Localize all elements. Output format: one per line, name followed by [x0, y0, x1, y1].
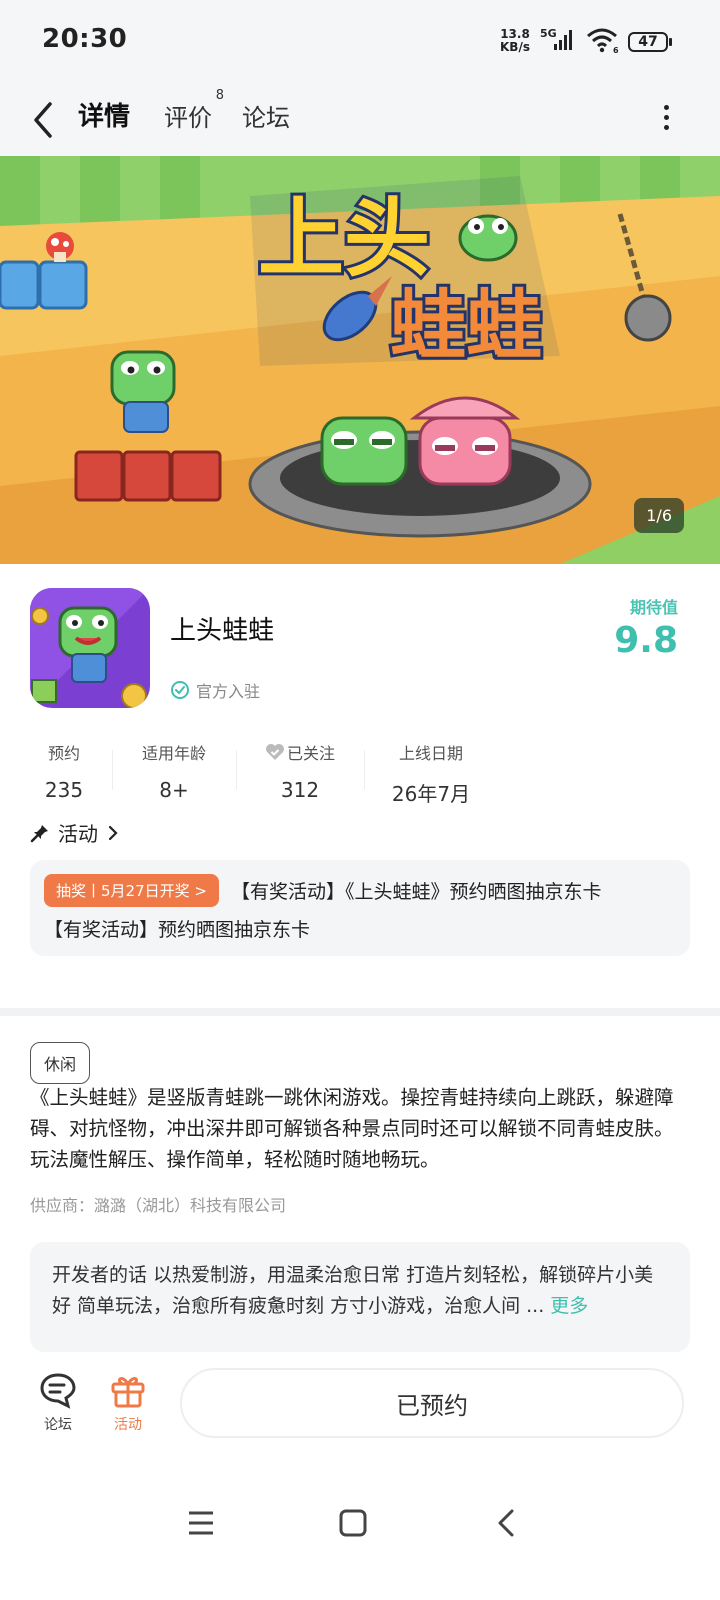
more-link[interactable]: 更多	[550, 1295, 588, 1317]
stat-release-date: 上线日期 26年7月	[386, 740, 476, 807]
app-info-section: 上头蛙蛙 官方入驻 期待值 9.8 预约 235 适用年龄 8+ 已关注 312…	[0, 564, 720, 1008]
stat-reservations: 预约 235	[36, 740, 92, 802]
reserved-button[interactable]: 已预约	[180, 1368, 684, 1438]
verified-check-icon	[171, 681, 189, 699]
top-nav: 详情 评价 8 论坛	[0, 84, 720, 156]
activity-heading: 活动	[58, 822, 98, 846]
pin-icon	[30, 824, 48, 842]
official-label: 官方入驻	[196, 682, 261, 701]
net-speed-unit: KB/s	[500, 40, 530, 54]
banner-artwork: 上头 蛙蛙	[0, 156, 720, 564]
stat-value: 26年7月	[391, 782, 471, 806]
heart-check-icon	[265, 744, 284, 760]
expectation-score: 期待值 9.8	[614, 594, 678, 661]
official-badge: 官方入驻	[170, 678, 260, 702]
expectation-label: 期待值	[629, 598, 678, 617]
activity-card[interactable]: 抽奖丨5月27日开奖 > 【有奖活动】《上头蛙蛙》预约晒图抽京东卡 【有奖活动】…	[30, 860, 690, 956]
stat-label: 预约	[47, 744, 80, 763]
gift-icon	[111, 1377, 145, 1408]
lottery-badge[interactable]: 抽奖丨5月27日开奖 >	[44, 874, 219, 907]
forum-label: 论坛	[44, 1417, 72, 1433]
stat-value: 8+	[159, 778, 189, 802]
status-time: 20:30	[42, 24, 128, 54]
forum-button[interactable]: 论坛	[28, 1370, 88, 1434]
stat-age-rating: 适用年龄 8+	[134, 740, 214, 802]
stat-value: 312	[280, 778, 320, 802]
stat-divider	[112, 750, 113, 790]
stat-label: 已关注	[286, 744, 335, 763]
stat-divider	[364, 750, 365, 790]
more-options-icon[interactable]	[656, 100, 676, 136]
tab-forum-label: 论坛	[242, 104, 290, 132]
system-back-icon[interactable]	[492, 1508, 522, 1538]
tab-reviews[interactable]: 评价 8	[164, 88, 224, 133]
description-section: 休闲 《上头蛙蛙》是竖版青蛙跳一跳休闲游戏。操控青蛙持续向上跳跃，躲避障碍、对抗…	[0, 1016, 720, 1376]
status-bar: 20:30 13.8 KB/s 5G 6 47	[0, 0, 720, 84]
menu-icon[interactable]	[186, 1508, 216, 1538]
stat-label: 适用年龄	[141, 744, 206, 763]
banner-logo-line2: 蛙蛙	[390, 281, 542, 370]
carousel-page-indicator: 1/6	[634, 498, 684, 533]
activity-line1: 抽奖丨5月27日开奖 > 【有奖活动】《上头蛙蛙》预约晒图抽京东卡	[44, 874, 676, 907]
stats-row: 预约 235 适用年龄 8+ 已关注 312 上线日期 26年7月	[0, 740, 720, 820]
developer-words-card[interactable]: 开发者的话 以热爱制游，用温柔治愈日常 打造片刻轻松，解锁碎片小美好 简单玩法，…	[30, 1242, 690, 1352]
genre-tag[interactable]: 休闲	[30, 1042, 91, 1084]
app-icon[interactable]	[30, 588, 150, 708]
system-navigation-bar	[0, 1460, 720, 1600]
stat-value: 235	[44, 778, 84, 802]
cellular-signal-icon: 5G	[540, 27, 572, 50]
tab-reviews-label: 评价	[164, 104, 212, 132]
activity-subtitle: 【有奖活动】预约晒图抽京东卡	[44, 919, 311, 941]
forum-icon	[40, 1373, 76, 1409]
activity-title: 【有奖活动】《上头蛙蛙》预约晒图抽京东卡	[230, 881, 602, 903]
banner-logo-line1: 上头	[258, 189, 430, 289]
home-icon[interactable]	[338, 1508, 368, 1538]
tab-details[interactable]: 详情	[76, 96, 133, 133]
network-type: 5G	[540, 27, 557, 40]
expectation-value: 9.8	[614, 620, 678, 661]
bottom-action-bar: 论坛 活动 已预约	[0, 1352, 720, 1460]
tab-details-label: 详情	[78, 102, 131, 132]
net-speed: 13.8 KB/s	[500, 28, 530, 54]
stat-label: 上线日期	[398, 744, 463, 763]
wifi-subscript: 6	[613, 46, 619, 54]
screenshot-carousel[interactable]: 上头 蛙蛙 1/6	[0, 156, 720, 564]
stat-label-row: 已关注	[258, 740, 342, 764]
supplier-text: 供应商：潞潞（湖北）科技有限公司	[30, 1196, 287, 1215]
stat-divider	[236, 750, 237, 790]
app-name: 上头蛙蛙	[170, 616, 275, 646]
chevron-right-icon	[108, 825, 118, 840]
battery-icon: 47	[628, 32, 672, 52]
game-intro: 《上头蛙蛙》是竖版青蛙跳一跳休闲游戏。操控青蛙持续向上跳跃，躲避障碍、对抗怪物，…	[30, 1086, 674, 1171]
wifi-icon: 6	[587, 28, 619, 54]
activity-section-link[interactable]: 活动	[30, 818, 120, 847]
stat-following[interactable]: 已关注 312	[258, 740, 342, 802]
reviews-count-badge: 8	[215, 88, 224, 103]
activity-button[interactable]: 活动	[98, 1370, 158, 1434]
tab-forum[interactable]: 论坛	[242, 98, 290, 133]
back-arrow-icon[interactable]	[30, 94, 60, 144]
activity-label: 活动	[114, 1417, 142, 1433]
section-divider	[0, 1008, 720, 1016]
